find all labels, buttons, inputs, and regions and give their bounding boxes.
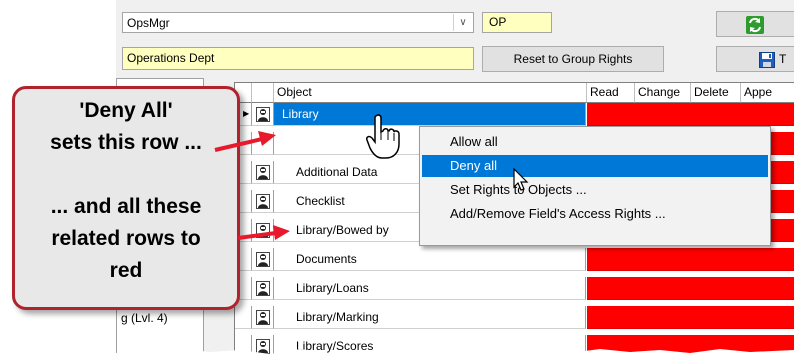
arrow-to-related-rows [237,225,290,240]
arrow-to-selected-row [214,131,276,152]
torn-edge [0,349,794,360]
callout-arrows [214,131,290,240]
hand-cursor-icon [366,114,400,159]
arrow-cursor-icon [513,168,529,191]
